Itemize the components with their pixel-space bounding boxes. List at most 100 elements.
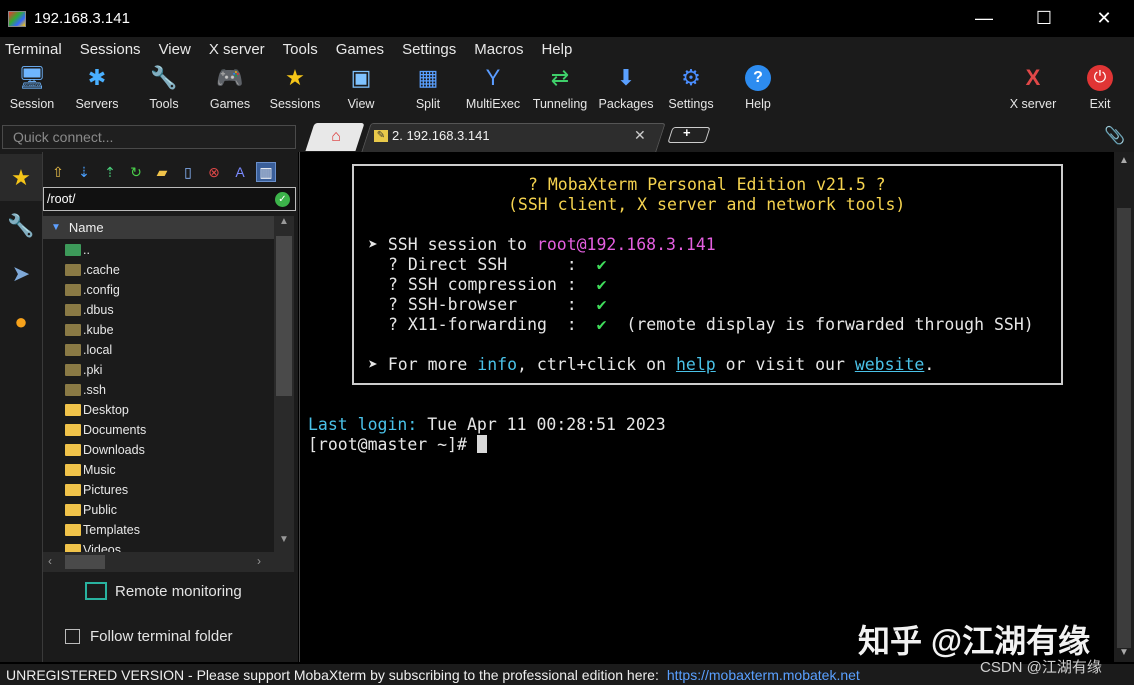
list-item[interactable]: .ssh	[43, 380, 274, 400]
servers-button[interactable]: ✱ Servers	[65, 65, 129, 117]
rename-icon[interactable]: A	[230, 162, 250, 182]
window-title: 192.168.3.141	[34, 10, 130, 27]
tab-close-button[interactable]: ✕	[634, 127, 646, 144]
view-icon: ▣	[350, 65, 372, 90]
new-folder-icon[interactable]: ▰	[152, 162, 172, 182]
scrollbar-thumb[interactable]	[276, 236, 292, 396]
scroll-up-icon[interactable]: ▲	[274, 216, 294, 232]
list-item-label: .local	[83, 343, 113, 357]
menu-xserver[interactable]: X server	[209, 41, 265, 58]
send-icon[interactable]: ➤	[0, 250, 42, 297]
menu-games[interactable]: Games	[336, 41, 384, 58]
hscrollbar-thumb[interactable]	[65, 555, 105, 569]
help-button[interactable]: ? Help	[726, 65, 790, 117]
mobaxterm-app-icon	[8, 10, 26, 27]
menu-view[interactable]: View	[159, 41, 191, 58]
multiexec-button[interactable]: Y MultiExec	[461, 65, 525, 117]
scroll-up-icon[interactable]: ▲	[1114, 155, 1134, 166]
exit-button[interactable]: ⏻ Exit	[1068, 65, 1132, 117]
folder-up-icon[interactable]: ⇧	[48, 162, 68, 182]
panel-view-icon[interactable]: ▥	[256, 162, 276, 182]
plus-icon: +	[683, 125, 691, 140]
list-item[interactable]: Desktop	[43, 400, 274, 420]
list-item[interactable]: Downloads	[43, 440, 274, 460]
upload-icon[interactable]: ⇡	[100, 162, 120, 182]
list-item[interactable]: .pki	[43, 360, 274, 380]
banner-subtitle: (SSH client, X server and network tools)	[508, 195, 906, 214]
shell-prompt-line[interactable]: [root@master ~]#	[308, 435, 487, 455]
checkmark-icon[interactable]: ✓	[275, 192, 290, 207]
menu-sessions[interactable]: Sessions	[80, 41, 141, 58]
title-bar: 192.168.3.141 — ☐ ✕	[0, 0, 1134, 37]
delete-icon[interactable]: ⊗	[204, 162, 224, 182]
monitor-icon: 🖥	[18, 65, 46, 90]
refresh-icon[interactable]: ↻	[126, 162, 146, 182]
menu-tools[interactable]: Tools	[283, 41, 318, 58]
info-link[interactable]: info	[477, 355, 517, 374]
new-file-icon[interactable]: ▯	[178, 162, 198, 182]
menu-terminal[interactable]: Terminal	[5, 41, 62, 58]
tools-icon: 🔧	[150, 65, 178, 90]
settings-button[interactable]: ⚙ Settings	[659, 65, 723, 117]
quick-connect-input[interactable]: Quick connect...	[2, 125, 296, 149]
scroll-right-icon[interactable]: ›	[257, 554, 261, 568]
list-item[interactable]: ..	[43, 240, 274, 260]
list-item[interactable]: .config	[43, 280, 274, 300]
menu-help[interactable]: Help	[541, 41, 572, 58]
x11-note: (remote display is forwarded through SSH…	[606, 315, 1034, 334]
download-icon[interactable]: ⇣	[74, 162, 94, 182]
list-item[interactable]: .dbus	[43, 300, 274, 320]
multiexec-label: MultiExec	[465, 97, 521, 111]
status-url-link[interactable]: https://mobaxterm.mobatek.net	[667, 667, 860, 683]
games-button[interactable]: 🎮 Games	[198, 65, 262, 117]
follow-folder-checkbox[interactable]	[65, 629, 80, 644]
sort-icon: ▼	[51, 222, 61, 233]
name-column-header[interactable]: ▼ Name	[43, 216, 274, 239]
view-button[interactable]: ▣ View	[329, 65, 393, 117]
list-item[interactable]: Music	[43, 460, 274, 480]
minimize-button[interactable]: —	[954, 0, 1014, 37]
file-list-hscrollbar[interactable]: ‹ ›	[43, 552, 294, 572]
close-button[interactable]: ✕	[1074, 0, 1134, 37]
sftp-icon[interactable]: ●	[0, 298, 42, 345]
scroll-down-icon[interactable]: ▼	[1114, 647, 1134, 658]
packages-button[interactable]: ⬇ Packages	[594, 65, 658, 117]
list-item[interactable]: .local	[43, 340, 274, 360]
path-input[interactable]: /root/ ✓	[43, 187, 296, 211]
list-item[interactable]: Templates	[43, 520, 274, 540]
xserver-button[interactable]: X X server	[1001, 65, 1065, 117]
tools-button[interactable]: 🔧 Tools	[132, 65, 196, 117]
list-item[interactable]: .cache	[43, 260, 274, 280]
menu-settings[interactable]: Settings	[402, 41, 456, 58]
terminal-view[interactable]: ? MobaXterm Personal Edition v21.5 ? (SS…	[299, 152, 1114, 662]
list-item[interactable]: Videos	[43, 540, 274, 552]
scroll-down-icon[interactable]: ▼	[274, 534, 294, 550]
menu-macros[interactable]: Macros	[474, 41, 523, 58]
list-item-label: .config	[83, 283, 120, 297]
terminal-scrollbar[interactable]: ▲ ▼	[1114, 152, 1134, 662]
help-link[interactable]: help	[676, 355, 716, 374]
list-item-label: .dbus	[83, 303, 114, 317]
more-mid: , ctrl+click on	[517, 355, 676, 374]
list-item[interactable]: Documents	[43, 420, 274, 440]
terminal-scrollbar-thumb[interactable]	[1117, 208, 1131, 648]
multiexec-icon: Y	[485, 65, 501, 90]
tools-side-icon[interactable]: 🔧	[0, 202, 42, 249]
star-icon[interactable]: ★	[0, 154, 42, 201]
follow-terminal-folder[interactable]: Follow terminal folder	[65, 628, 233, 645]
gear-icon: ⚙	[681, 65, 701, 90]
maximize-button[interactable]: ☐	[1014, 0, 1074, 37]
split-button[interactable]: ▦ Split	[396, 65, 460, 117]
tunneling-button[interactable]: ⇄ Tunneling	[528, 65, 592, 117]
list-item[interactable]: Pictures	[43, 480, 274, 500]
list-item[interactable]: Public	[43, 500, 274, 520]
session-button[interactable]: 🖥 Session	[0, 65, 64, 117]
file-list-vscrollbar[interactable]: ▲ ▼	[274, 216, 294, 552]
scroll-left-icon[interactable]: ‹	[48, 554, 52, 568]
list-item[interactable]: .kube	[43, 320, 274, 340]
list-item-label: Downloads	[83, 443, 145, 457]
paperclip-icon[interactable]: 📎	[1104, 126, 1125, 146]
remote-monitoring-button[interactable]: Remote monitoring	[85, 582, 242, 600]
sessions-button[interactable]: ★ Sessions	[263, 65, 327, 117]
website-link[interactable]: website	[855, 355, 925, 374]
